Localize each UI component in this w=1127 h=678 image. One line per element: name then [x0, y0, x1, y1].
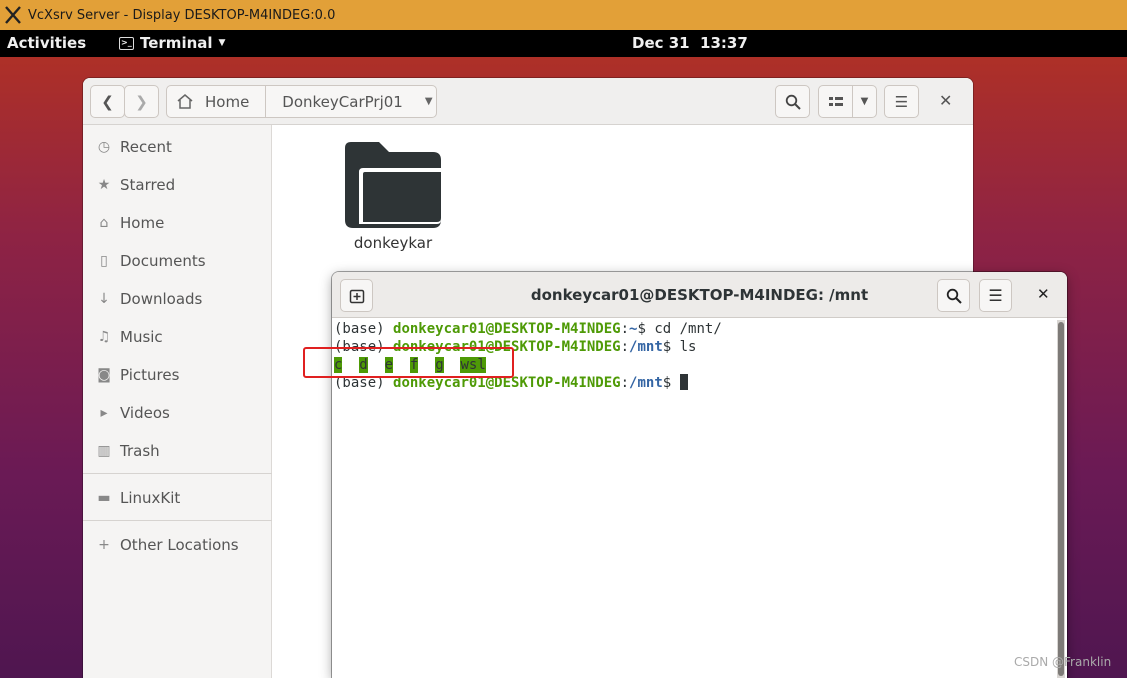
sidebar-item-label: Other Locations: [120, 536, 239, 554]
vcxsrv-logo-icon: [5, 6, 21, 24]
plus-icon: +: [98, 537, 110, 553]
hamburger-icon: ☰: [894, 92, 909, 111]
app-menu-label: Terminal: [140, 34, 213, 52]
chevron-down-icon: ▼: [424, 96, 433, 107]
env-prefix: (base): [334, 321, 394, 337]
sidebar-item-label: Downloads: [120, 290, 203, 308]
close-icon[interactable]: ✕: [1037, 285, 1050, 303]
clock[interactable]: Dec 31 13:37: [632, 34, 748, 52]
breadcrumb: Home DonkeyCarPrj01 ▼: [166, 85, 437, 118]
top-bar: Activities >_ Terminal ▼ Dec 31 13:37: [0, 30, 1127, 57]
command-text: $: [662, 375, 680, 391]
prompt-user: donkeycar01@DESKTOP-M4INDEG: [393, 321, 621, 337]
sidebar-item-label: Starred: [120, 176, 176, 194]
prompt-path: /mnt: [629, 375, 663, 391]
terminal-scrollbar[interactable]: [1057, 320, 1065, 678]
activities-button[interactable]: Activities: [7, 34, 86, 52]
sidebar-item-music[interactable]: ♫ Music: [96, 328, 163, 346]
sidebar-item-label: LinuxKit: [120, 489, 181, 507]
sidebar-item-label: Trash: [120, 442, 160, 460]
music-icon: ♫: [97, 329, 111, 345]
back-button[interactable]: ❮: [90, 85, 125, 118]
host-titlebar: VcXsrv Server - Display DESKTOP-M4INDEG:…: [0, 0, 1127, 30]
breadcrumb-current[interactable]: DonkeyCarPrj01 ▼: [266, 93, 432, 111]
drive-icon: ▬: [97, 490, 111, 506]
prompt-path: /mnt: [629, 339, 663, 355]
download-icon: ↓: [98, 291, 110, 307]
forward-button[interactable]: ❯: [124, 85, 159, 118]
files-headerbar: ❮ ❯ Home DonkeyCarPrj01 ▼ ▼ ☰ ✕: [83, 78, 973, 125]
terminal-line: (base) donkeycar01@DESKTOP-M4INDEG:~$ cd…: [334, 320, 1054, 338]
star-icon: ★: [97, 177, 111, 193]
command-text: $ cd /mnt/: [637, 321, 722, 337]
trash-icon: ▥: [97, 443, 111, 459]
sidebar-item-label: Videos: [120, 404, 170, 422]
document-icon: ▯: [100, 253, 108, 269]
scrollbar-thumb[interactable]: [1058, 322, 1064, 676]
host-title: VcXsrv Server - Display DESKTOP-M4INDEG:…: [28, 7, 336, 23]
clock-icon: ◷: [97, 139, 111, 155]
search-icon: [946, 288, 962, 304]
camera-icon: ◙: [97, 367, 111, 383]
sidebar-separator: [83, 520, 272, 521]
prompt-colon: :: [620, 339, 630, 355]
sidebar-item-pictures[interactable]: ◙ Pictures: [96, 366, 179, 384]
breadcrumb-current-label: DonkeyCarPrj01: [282, 92, 403, 111]
home-icon: [177, 94, 193, 109]
terminal-menu-button[interactable]: ☰: [979, 279, 1012, 312]
terminal-icon: >_: [119, 36, 134, 50]
sidebar-item-home[interactable]: ⌂ Home: [96, 214, 165, 232]
app-menu[interactable]: >_ Terminal ▼: [119, 34, 225, 52]
sidebar-separator: [83, 473, 272, 474]
view-list-button[interactable]: [818, 85, 853, 118]
chevron-down-icon: ▼: [860, 96, 869, 107]
view-options-button[interactable]: ▼: [852, 85, 877, 118]
chevron-left-icon: ❮: [101, 92, 114, 111]
folder-label[interactable]: donkeykar: [333, 234, 453, 252]
watermark: CSDN @Franklin: [1014, 655, 1112, 669]
command-text: $ ls: [662, 339, 697, 355]
menu-button[interactable]: ☰: [884, 85, 919, 118]
breadcrumb-home[interactable]: Home: [167, 86, 267, 117]
sidebar-item-trash[interactable]: ▥ Trash: [96, 442, 160, 460]
close-icon[interactable]: ✕: [939, 91, 952, 110]
chevron-down-icon: ▼: [218, 38, 226, 48]
chevron-right-icon: ❯: [135, 92, 148, 111]
folder-icon[interactable]: [345, 142, 441, 228]
sidebar-item-label: Pictures: [120, 366, 180, 384]
files-sidebar: ◷ Recent ★ Starred ⌂ Home ▯ Documents ↓ …: [83, 125, 272, 678]
sidebar-item-other-locations[interactable]: + Other Locations: [96, 536, 239, 554]
sidebar-item-downloads[interactable]: ↓ Downloads: [96, 290, 202, 308]
sidebar-item-starred[interactable]: ★ Starred: [96, 176, 175, 194]
sidebar-item-recent[interactable]: ◷ Recent: [96, 138, 172, 156]
prompt-colon: :: [620, 321, 630, 337]
list-view-icon: [828, 96, 843, 106]
sidebar-item-label: Documents: [120, 252, 206, 270]
sidebar-item-videos[interactable]: ▸ Videos: [96, 404, 170, 422]
search-icon: [785, 94, 801, 110]
sidebar-item-documents[interactable]: ▯ Documents: [96, 252, 206, 270]
terminal-headerbar: donkeycar01@DESKTOP-M4INDEG: /mnt ☰ ✕: [332, 272, 1067, 318]
prompt-colon: :: [620, 375, 630, 391]
home-icon: ⌂: [99, 215, 109, 231]
annotation-highlight-box: [303, 347, 514, 378]
text-cursor: [679, 374, 688, 390]
video-icon: ▸: [100, 405, 108, 421]
sidebar-item-linuxkit[interactable]: ▬ LinuxKit: [96, 489, 180, 507]
sidebar-item-label: Music: [120, 328, 163, 346]
sidebar-item-label: Recent: [120, 138, 172, 156]
terminal-search-button[interactable]: [937, 279, 970, 312]
terminal-window: donkeycar01@DESKTOP-M4INDEG: /mnt ☰ ✕ (b…: [332, 272, 1067, 678]
breadcrumb-home-label: Home: [205, 92, 250, 111]
hamburger-icon: ☰: [988, 286, 1003, 305]
sidebar-item-label: Home: [120, 214, 165, 232]
search-button[interactable]: [775, 85, 810, 118]
